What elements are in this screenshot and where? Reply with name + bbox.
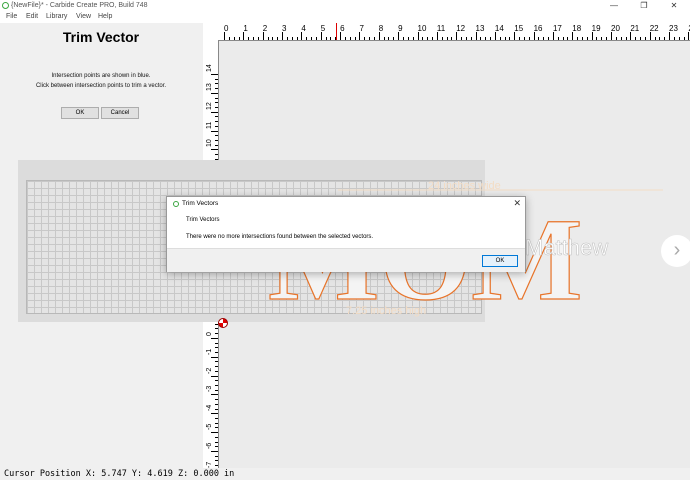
window-title: {NewFile}* - Carbide Create PRO, Build 7… <box>11 2 148 9</box>
menu-bar: File Edit Library View Help <box>0 12 690 23</box>
menu-file[interactable]: File <box>6 13 17 20</box>
panel-title: Trim Vector <box>62 29 140 45</box>
menu-help[interactable]: Help <box>98 13 112 20</box>
close-icon[interactable]: ✕ <box>513 198 521 209</box>
trim-vectors-dialog: Trim Vectors ✕ Trim Vectors There were n… <box>166 196 526 272</box>
dialog-heading: Trim Vectors <box>186 217 220 223</box>
maximize-button[interactable]: ❐ <box>630 0 658 12</box>
chevron-right-icon[interactable]: › <box>661 235 690 267</box>
status-bar: Cursor Position X: 5.747 Y: 4.619 Z: 0.0… <box>0 468 690 480</box>
app-icon <box>2 2 9 9</box>
dialog-title-bar: Trim Vectors ✕ <box>167 197 525 211</box>
app-icon <box>173 201 179 207</box>
panel-ok-button[interactable]: OK <box>61 107 99 119</box>
close-window-button[interactable]: ✕ <box>660 0 688 12</box>
dialog-title: Trim Vectors <box>182 200 219 207</box>
cursor-position-marker <box>336 23 337 40</box>
dimension-height-label: 7.25 inches high <box>346 305 426 317</box>
cursor-position-readout: Cursor Position X: 5.747 Y: 4.619 Z: 0.0… <box>4 469 235 479</box>
menu-edit[interactable]: Edit <box>26 13 38 20</box>
dialog-message: There were no more intersections found b… <box>186 234 374 240</box>
dialog-ok-button[interactable]: OK <box>482 255 518 267</box>
origin-marker-icon <box>218 318 228 328</box>
minimize-button[interactable]: — <box>600 0 628 12</box>
menu-library[interactable]: Library <box>46 13 67 20</box>
design-name-text: Matthew <box>525 235 608 260</box>
panel-hint-intersections: Intersection points are shown in blue. <box>51 73 151 79</box>
panel-hint-click: Click between intersection points to tri… <box>35 83 167 89</box>
panel-cancel-button[interactable]: Cancel <box>101 107 139 119</box>
menu-view[interactable]: View <box>76 13 91 20</box>
title-bar: {NewFile}* - Carbide Create PRO, Build 7… <box>0 0 690 12</box>
dialog-footer: OK <box>167 248 525 272</box>
